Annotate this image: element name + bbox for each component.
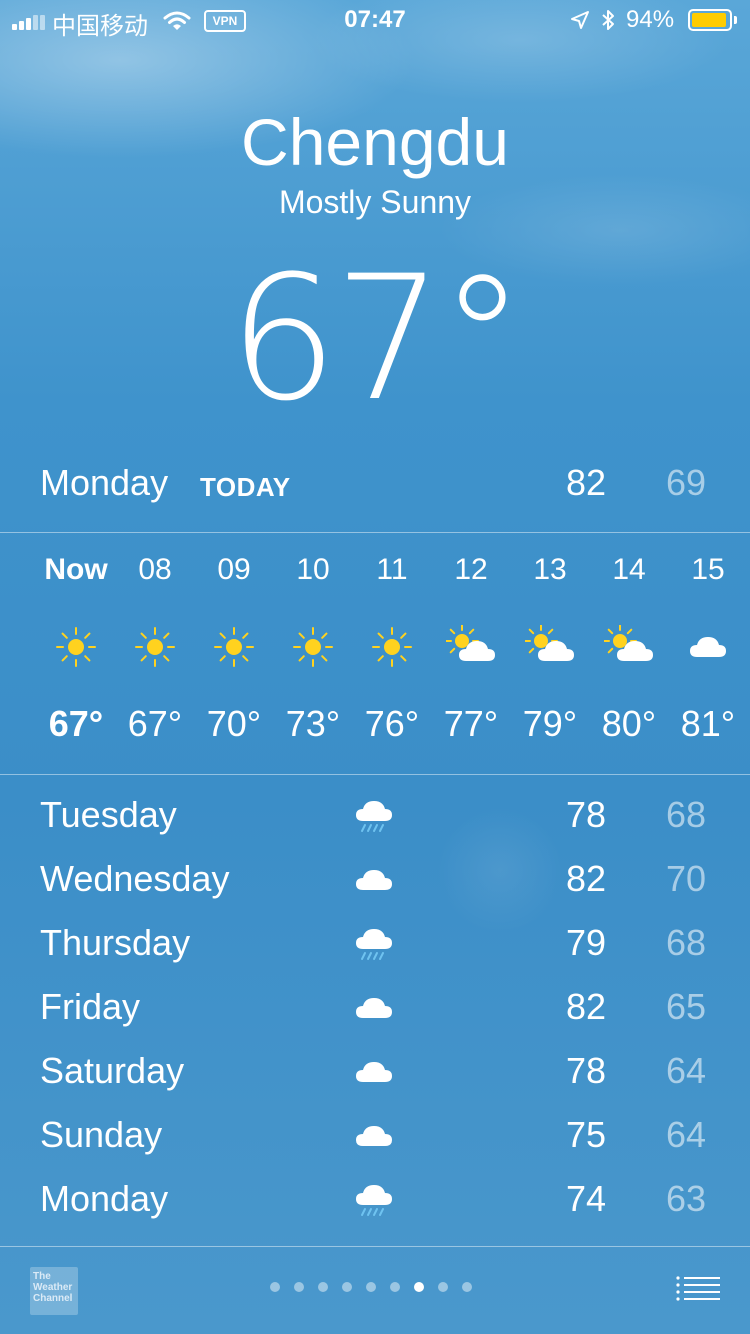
day-low: 64: [665, 1050, 706, 1091]
hourly-item: 12 77°: [431, 548, 511, 746]
cloud-icon: [352, 986, 396, 1030]
day-high: 75: [565, 1114, 606, 1155]
hour-label: 08: [138, 553, 172, 586]
hour-temperature: 67°: [127, 703, 183, 744]
current-temperature: 67°: [228, 238, 526, 439]
location-arrow-icon: [571, 11, 589, 29]
day-name: Thursday: [40, 922, 191, 963]
daily-row: Friday 82 65: [0, 976, 750, 1040]
partly-cloudy-icon: [431, 592, 511, 702]
hour-temperature: 79°: [522, 703, 578, 744]
sun-icon: [115, 592, 195, 702]
battery-icon: [688, 9, 732, 31]
hour-temperature: 70°: [206, 703, 262, 744]
divider: [0, 532, 750, 533]
rain-icon: [352, 794, 396, 838]
daily-row: Thursday 79 68: [0, 912, 750, 976]
today-low: 69: [665, 462, 706, 503]
cloud-icon: [352, 858, 396, 902]
day-high: 74: [565, 1178, 606, 1219]
status-bar: 中国移动 VPN 07:47 94%: [0, 0, 750, 40]
daily-row: Saturday 78 64: [0, 1040, 750, 1104]
sun-icon: [352, 592, 432, 702]
hourly-item: 10 73°: [273, 548, 353, 746]
hourly-item: 15 81°: [668, 548, 748, 746]
hour-temperature: 67°: [48, 703, 104, 744]
day-high: 79: [565, 922, 606, 963]
hourly-item: 14 80°: [589, 548, 669, 746]
day-name: Sunday: [40, 1114, 163, 1155]
sun-icon: [273, 592, 353, 702]
day-name: Wednesday: [40, 858, 230, 899]
daily-row: Tuesday 78 68: [0, 784, 750, 848]
hour-label: 09: [217, 553, 251, 586]
day-low: 68: [665, 922, 706, 963]
hour-temperature: 81°: [680, 703, 736, 744]
divider: [0, 774, 750, 775]
page-dot[interactable]: [414, 1282, 424, 1292]
hour-temperature: 76°: [364, 703, 420, 744]
day-low: 63: [665, 1178, 706, 1219]
day-low: 70: [665, 858, 706, 899]
day-name: Friday: [40, 986, 141, 1027]
hour-label: 11: [376, 553, 408, 586]
daily-row: Wednesday 82 70: [0, 848, 750, 912]
sun-icon: [194, 592, 274, 702]
hourly-item: Now 67°: [36, 548, 116, 746]
hour-label: 10: [296, 553, 330, 586]
day-name: Monday: [40, 1178, 169, 1219]
page-dot[interactable]: [366, 1282, 376, 1292]
weather-condition: Mostly Sunny: [278, 184, 472, 220]
day-high: 82: [565, 986, 606, 1027]
today-day-name: Monday: [40, 462, 169, 503]
page-dot[interactable]: [270, 1282, 280, 1292]
day-name: Tuesday: [40, 794, 177, 835]
page-indicator[interactable]: [270, 1282, 472, 1294]
page-dot[interactable]: [342, 1282, 352, 1292]
weather-channel-logo[interactable]: The Weather Channel: [30, 1267, 78, 1315]
hourly-item: 08 67°: [115, 548, 195, 746]
hourly-item: 13 79°: [510, 548, 590, 746]
battery-percent: 94%: [626, 6, 675, 33]
bluetooth-icon: [602, 10, 614, 30]
page-dot[interactable]: [438, 1282, 448, 1292]
hourly-item: 11 76°: [352, 548, 432, 746]
hour-label: 15: [691, 553, 725, 586]
page-dot[interactable]: [294, 1282, 304, 1292]
partly-cloudy-icon: [510, 592, 590, 702]
rain-icon: [352, 1178, 396, 1222]
page-dot[interactable]: [462, 1282, 472, 1292]
hour-label: 12: [454, 553, 488, 586]
day-high: 82: [565, 858, 606, 899]
page-dot[interactable]: [318, 1282, 328, 1292]
list-icon[interactable]: [676, 1276, 720, 1302]
day-name: Saturday: [40, 1050, 185, 1091]
day-high: 78: [565, 794, 606, 835]
hour-temperature: 73°: [285, 703, 341, 744]
page-dot[interactable]: [390, 1282, 400, 1292]
city-name: Chengdu: [241, 105, 509, 179]
rain-icon: [352, 922, 396, 966]
hour-label: 14: [612, 553, 646, 586]
hour-label: 13: [533, 553, 567, 586]
partly-cloudy-icon: [589, 592, 669, 702]
day-high: 78: [565, 1050, 606, 1091]
daily-row: Sunday 75 64: [0, 1104, 750, 1168]
hourly-item: 09 70°: [194, 548, 274, 746]
cloud-icon: [352, 1114, 396, 1158]
cloud-icon: [352, 1050, 396, 1094]
cloud-icon: [668, 592, 748, 702]
today-high: 82: [565, 462, 606, 503]
hour-label: Now: [44, 553, 108, 586]
hour-temperature: 77°: [443, 703, 499, 744]
day-low: 68: [665, 794, 706, 835]
hour-temperature: 80°: [601, 703, 657, 744]
divider: [0, 1246, 750, 1247]
day-low: 64: [665, 1114, 706, 1155]
day-low: 65: [665, 986, 706, 1027]
daily-row: Monday 74 63: [0, 1168, 750, 1232]
today-label: TODAY: [200, 472, 291, 502]
sun-icon: [36, 592, 116, 702]
